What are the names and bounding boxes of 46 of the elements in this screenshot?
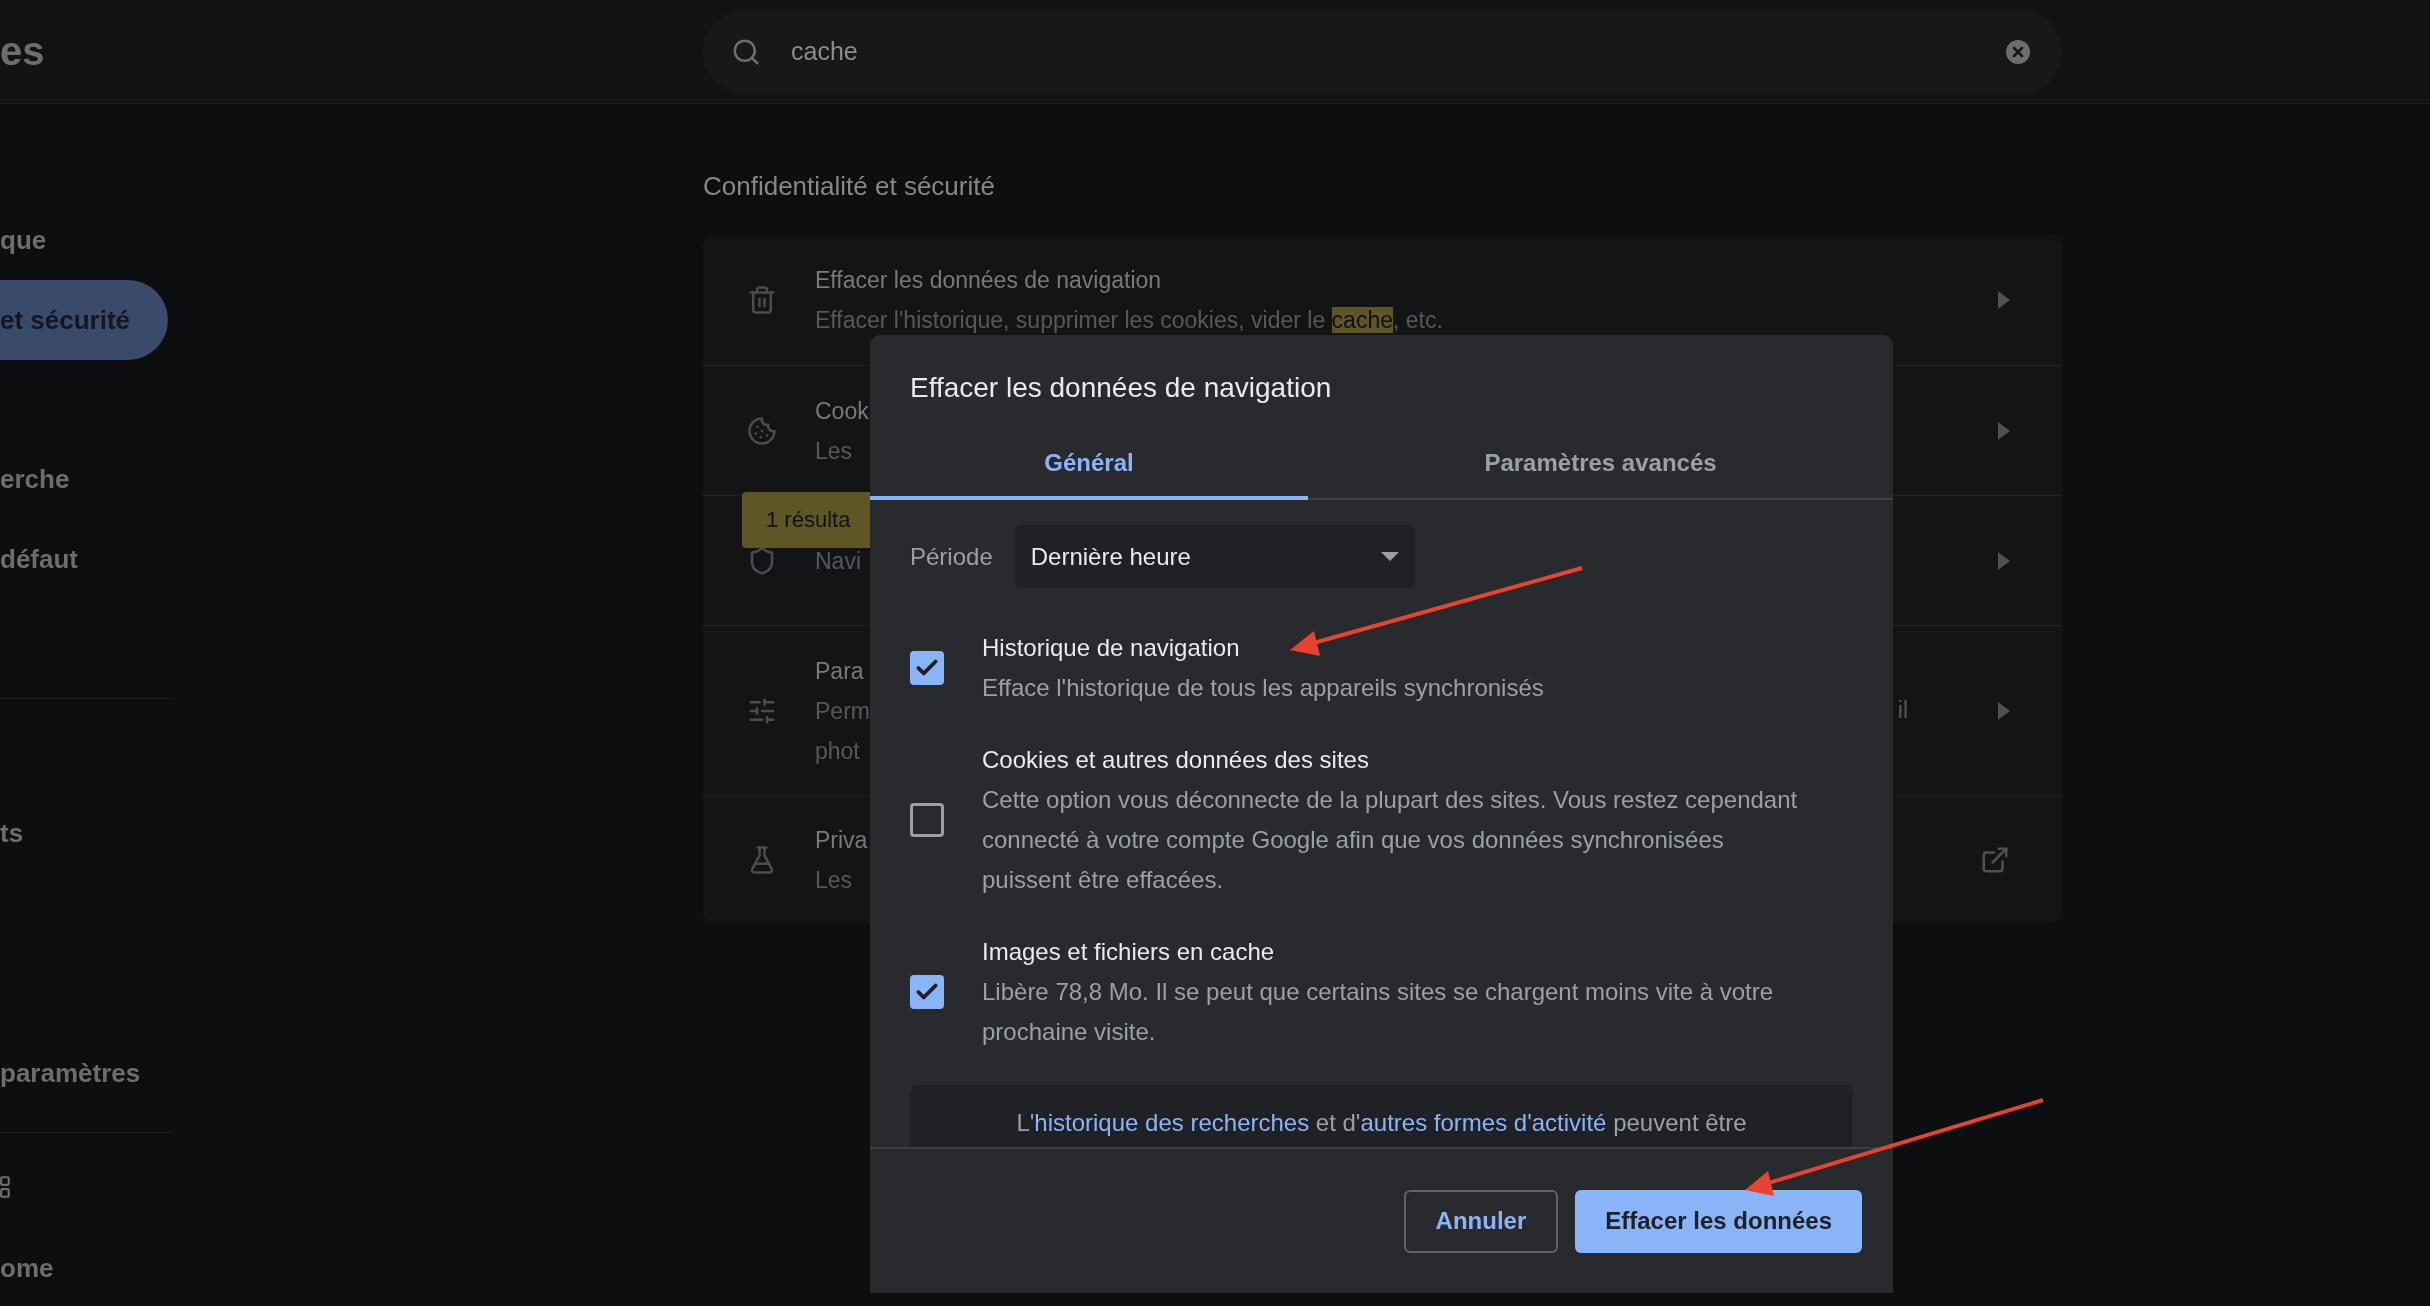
- period-label: Période: [910, 542, 993, 571]
- row-description: phot: [815, 736, 860, 766]
- link[interactable]: autres formes d'activité: [1360, 1109, 1607, 1136]
- section-title: Confidentialité et sécurité: [703, 170, 996, 203]
- search-field[interactable]: cache: [703, 9, 2062, 94]
- page-title: es: [0, 29, 46, 74]
- notice-text: L'historique des recherches et d'autres formes d'activité peuvent être: [1016, 1108, 1747, 1138]
- option-description: Cette option vous déconnecte de la plupart des sites. Vous restez cependant connecté à votre compte Google afin que vos données synchronisées puissent être effacées.: [982, 785, 1799, 895]
- period-select[interactable]: Dernière heure: [1014, 525, 1415, 588]
- checkbox[interactable]: [910, 975, 944, 1009]
- row-title: Effacer les données de navigation: [815, 266, 1162, 295]
- cancel-button[interactable]: Annuler: [1403, 1189, 1559, 1253]
- checkbox[interactable]: [910, 803, 944, 837]
- option-description: Efface l'historique de tous les appareils synchronisés: [982, 673, 1544, 703]
- trash-icon: [747, 285, 777, 315]
- sidebar-item[interactable]: erche: [0, 439, 70, 519]
- clear-data-button[interactable]: Effacer les données: [1575, 1189, 1862, 1253]
- sidebar-item[interactable]: ome: [0, 1228, 54, 1306]
- option-title: Cookies et autres données des sites: [982, 745, 1369, 775]
- sidebar-item[interactable]: que: [0, 200, 47, 280]
- row-description: Navi: [815, 546, 861, 576]
- cookie-icon: [747, 415, 777, 446]
- dropdown-caret-icon: [1380, 552, 1399, 561]
- chevron-right-icon: [1998, 551, 2010, 570]
- chevron-right-icon: [1998, 291, 2010, 309]
- checkbox[interactable]: [910, 651, 944, 685]
- sidebar-item[interactable]: ts: [0, 793, 24, 873]
- row-description: Perm: [815, 696, 870, 726]
- option-title: Images et fichiers en cache: [982, 937, 1275, 967]
- chevron-right-icon: [1998, 421, 2010, 440]
- tab[interactable]: Paramètres avancés: [1308, 430, 1893, 500]
- option-description: Libère 78,8 Mo. Il se peut que certains sites se chargent moins vite à votre prochaine visite.: [982, 977, 1775, 1047]
- sidebar-item[interactable]: paramètres: [0, 1033, 141, 1113]
- option-title: Historique de navigation: [982, 633, 1240, 663]
- tab[interactable]: Général: [870, 430, 1308, 500]
- link[interactable]: historique des recherches: [1034, 1109, 1310, 1136]
- row-title: Para: [815, 656, 864, 686]
- row-description: Effacer l'historique, supprimer les cookies, vider le cache, etc.: [815, 306, 1443, 335]
- row-title: Priva: [815, 825, 868, 855]
- dialog-title: Effacer les données de navigation: [909, 370, 1333, 405]
- row-description: Les: [815, 436, 853, 466]
- chevron-right-icon: [1998, 701, 2010, 720]
- row-title: Cook: [815, 396, 869, 426]
- sidebar-item[interactable]: défaut: [0, 519, 78, 599]
- row-description: Les: [815, 865, 853, 895]
- row-description: il: [1897, 697, 1908, 724]
